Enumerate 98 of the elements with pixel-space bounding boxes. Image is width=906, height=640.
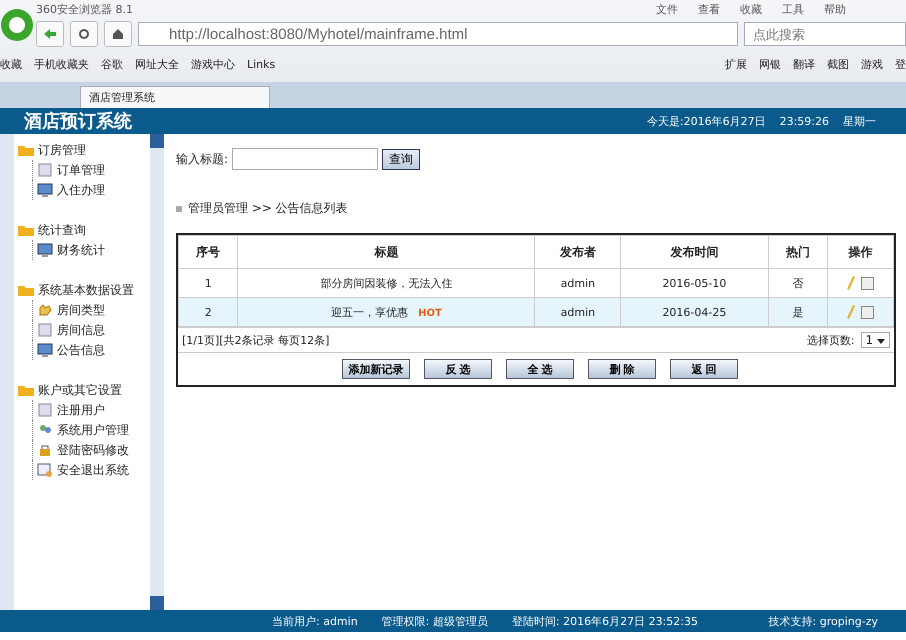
search-button[interactable]: 查询: [382, 148, 420, 170]
toolbar-item[interactable]: 截图: [827, 56, 849, 72]
pager-info: [1/1页][共2条记录 每页12条]: [182, 332, 330, 348]
action-button[interactable]: 全 选: [506, 359, 574, 379]
refresh-icon: [78, 28, 90, 40]
dots-icon: [176, 206, 182, 212]
menu-item[interactable]: 房间类型: [57, 302, 105, 318]
bookmark-link[interactable]: Links: [247, 58, 276, 70]
monitor-icon: [37, 343, 53, 357]
table-cell: 是: [792, 306, 804, 318]
menu-group[interactable]: 统计查询: [38, 222, 86, 238]
hand-icon: [37, 303, 53, 317]
menu-item[interactable]: 房间信息: [57, 322, 105, 338]
row-checkbox[interactable]: [860, 276, 874, 290]
clock-text: 23:59:26: [780, 114, 829, 128]
action-button[interactable]: 反 选: [424, 359, 492, 379]
table-cell: 2016-04-25: [662, 306, 726, 318]
support-text: 技术支持: groping-zy: [768, 614, 878, 628]
menu-item[interactable]: 财务统计: [57, 242, 105, 258]
column-header: 发布时间: [620, 236, 768, 268]
folder-icon: [18, 224, 34, 236]
menu-group[interactable]: 订房管理: [38, 142, 86, 158]
menu-group[interactable]: 系统基本数据设置: [38, 282, 134, 298]
back-button[interactable]: [36, 21, 64, 47]
folder-icon: [18, 384, 34, 396]
menu-item[interactable]: 收藏: [740, 2, 762, 16]
row-checkbox[interactable]: [860, 306, 874, 318]
page-label: 选择页数:: [806, 332, 855, 348]
browser-tab[interactable]: 酒店管理系统: [80, 86, 270, 108]
action-button[interactable]: 返 回: [670, 359, 738, 379]
table-cell: 迎五一，享优惠: [331, 306, 408, 318]
folder-icon: [18, 284, 34, 296]
arrow-left-icon: [43, 28, 57, 40]
column-header: 操作: [827, 236, 894, 268]
toolbar-item[interactable]: 扩展: [725, 56, 747, 72]
breadcrumb: 管理员管理 >> 公告信息列表: [188, 200, 348, 217]
refresh-button[interactable]: [70, 21, 98, 47]
login-time: 登陆时间: 2016年6月27日 23:52:35: [512, 614, 698, 628]
folder-icon: [18, 144, 34, 156]
permission-text: 管理权限: 超级管理员: [382, 614, 488, 628]
pencil-icon[interactable]: [846, 305, 855, 319]
menu-item[interactable]: 入住办理: [57, 182, 105, 198]
search-box[interactable]: 点此搜索: [744, 22, 906, 46]
address-field[interactable]: http://localhost:8080/Myhotel/mainframe.html: [138, 22, 738, 46]
menu-item[interactable]: 查看: [698, 2, 720, 16]
menu-item[interactable]: 订单管理: [57, 162, 105, 178]
page-icon: [37, 403, 53, 417]
column-header: 热门: [768, 236, 828, 268]
bookmark-link[interactable]: 手机收藏夹: [34, 56, 89, 72]
weekday-text: 星期一: [843, 114, 876, 128]
menu-group[interactable]: 账户或其它设置: [38, 382, 122, 398]
toolbar-item[interactable]: 登: [895, 56, 906, 72]
table-cell: admin: [560, 276, 596, 290]
toolbar-item[interactable]: 网银: [759, 56, 781, 72]
table-cell: 2016-05-10: [662, 276, 726, 290]
toolbar-item[interactable]: 游戏: [861, 56, 883, 72]
browser-logo-icon: [0, 8, 34, 42]
lock-icon: [37, 443, 53, 457]
home-icon: [112, 28, 124, 40]
menu-item[interactable]: 公告信息: [57, 342, 105, 358]
caret-icon: [877, 339, 885, 344]
app-title: 酒店预订系统: [24, 110, 133, 133]
page-icon: [37, 323, 53, 337]
menu-item[interactable]: 帮助: [824, 2, 846, 16]
title-input-field[interactable]: [232, 148, 378, 170]
toolbar-item[interactable]: 翻译: [793, 56, 815, 72]
table-cell: 否: [792, 276, 804, 290]
menu-item[interactable]: 登陆密码修改: [57, 442, 129, 458]
bookmark-link[interactable]: 游戏中心: [191, 56, 235, 72]
column-header: 标题: [238, 236, 535, 268]
hot-label: HOT: [418, 308, 442, 318]
current-user: 当前用户: admin: [272, 614, 358, 628]
bookmark-link[interactable]: 收藏: [0, 56, 22, 72]
menu-item[interactable]: 安全退出系统: [57, 462, 129, 478]
home-button[interactable]: [104, 21, 132, 47]
table-cell: 2: [204, 306, 212, 318]
date-text: 今天是:2016年6月27日: [646, 114, 766, 128]
menu-item[interactable]: 注册用户: [57, 402, 105, 418]
page-icon: [37, 163, 53, 177]
bookmark-link[interactable]: 谷歌: [101, 56, 123, 72]
monitor-icon: [37, 243, 53, 257]
column-header: 序号: [178, 236, 238, 268]
search-label: 输入标题:: [176, 150, 228, 168]
column-header: 发布者: [534, 236, 621, 268]
exit-icon: [37, 463, 53, 477]
bookmark-link[interactable]: 网址大全: [135, 56, 179, 72]
pencil-icon[interactable]: [846, 276, 855, 290]
browser-title: 360安全浏览器 8.1: [36, 2, 133, 16]
table-cell: admin: [560, 306, 596, 318]
page-select[interactable]: 1: [860, 332, 890, 348]
menu-item[interactable]: 系统用户管理: [57, 422, 129, 438]
menu-item[interactable]: 文件: [656, 2, 678, 16]
table-cell: 部分房间因装修，无法入住: [320, 276, 452, 290]
action-button[interactable]: 删 除: [588, 359, 656, 379]
action-button[interactable]: 添加新记录: [342, 359, 410, 379]
table-cell: 1: [204, 276, 212, 290]
monitor-icon: [37, 183, 53, 197]
menu-item[interactable]: 工具: [782, 2, 804, 16]
